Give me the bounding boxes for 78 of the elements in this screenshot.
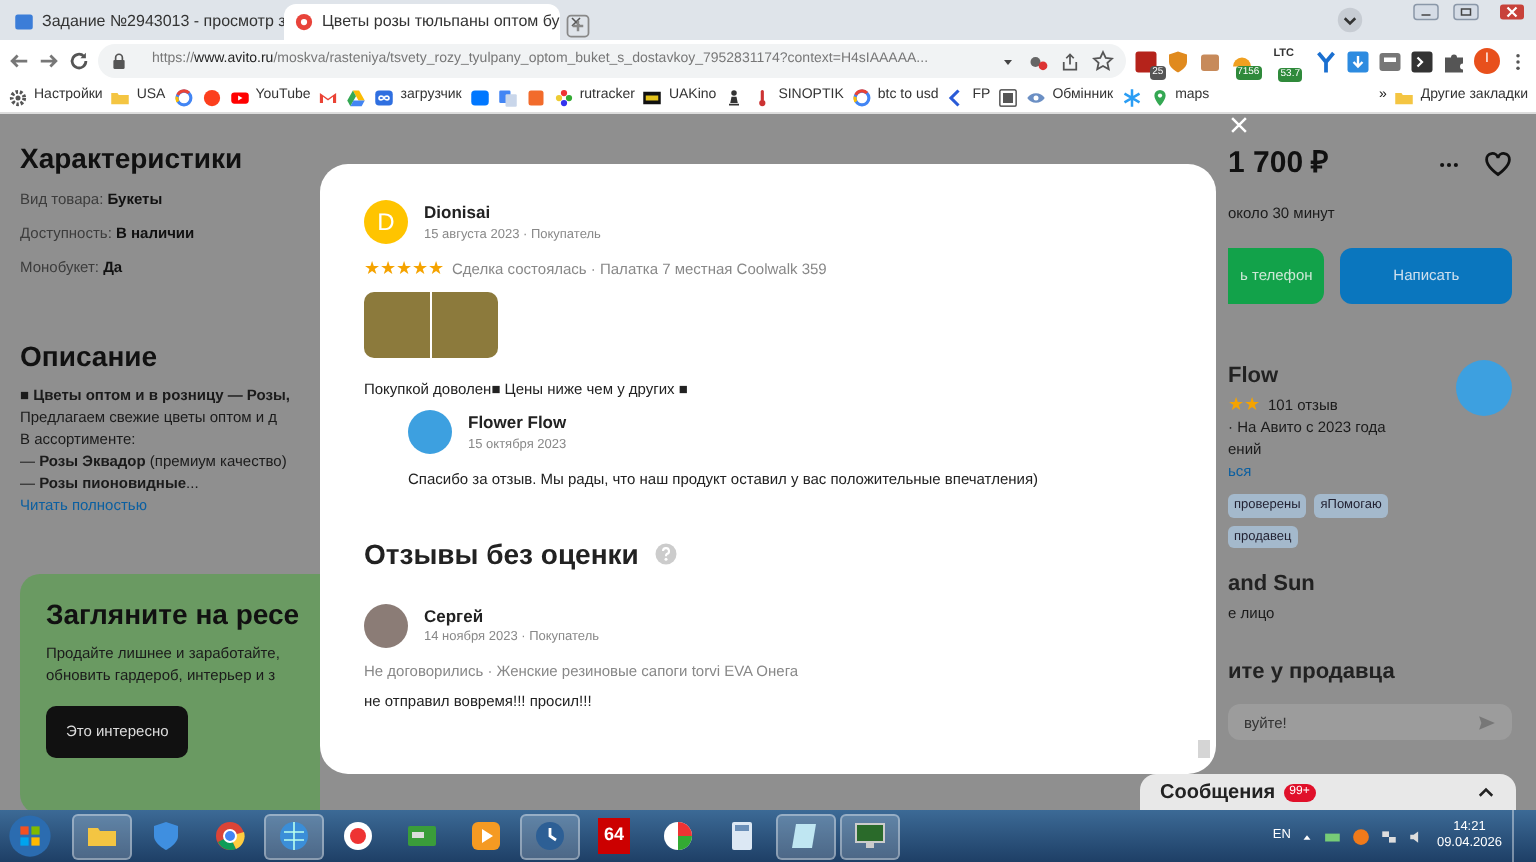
avatar-photo-placeholder <box>364 603 408 648</box>
play-icon <box>229 87 250 107</box>
colored-ring-icon <box>851 87 872 107</box>
flower-icon <box>553 87 574 107</box>
close-icon[interactable] <box>567 14 584 30</box>
play-icon <box>470 820 502 852</box>
avatar-circle: D <box>364 200 408 245</box>
shield-icon <box>150 820 182 852</box>
section-title: Отзывы без оценки <box>364 537 639 572</box>
network-icon[interactable] <box>1380 827 1399 845</box>
star-outline-icon[interactable] <box>1091 50 1114 72</box>
tile-icon <box>14 12 34 32</box>
film-icon <box>642 87 663 107</box>
infinity-icon <box>374 87 395 107</box>
clock-icon <box>534 820 566 852</box>
card-icon <box>406 820 438 852</box>
scrollbar-thumb[interactable] <box>1198 740 1210 758</box>
dropdown-icon[interactable] <box>1336 6 1364 34</box>
calculator-icon <box>726 820 758 852</box>
envelope-icon[interactable] <box>318 87 339 107</box>
square-icon[interactable] <box>525 87 546 107</box>
lock-icon <box>110 52 128 70</box>
photo-placeholder[interactable] <box>364 291 430 358</box>
new-tab-icon[interactable] <box>564 12 592 40</box>
avatar-photo-placeholder <box>1456 360 1512 416</box>
share-icon[interactable] <box>1059 51 1080 71</box>
star-rating: ★★★★★ <box>364 259 444 278</box>
ring-dot-icon <box>342 820 374 852</box>
banner-title: Загляните на ресе <box>46 597 302 631</box>
author-name: Сергей <box>424 603 486 629</box>
seller-name: Flow <box>1228 362 1281 392</box>
reload-icon[interactable] <box>68 50 90 72</box>
translate-icon[interactable] <box>497 87 518 107</box>
box-icon[interactable] <box>1197 49 1222 73</box>
monitor-icon <box>854 820 886 852</box>
notepad-icon <box>790 820 822 852</box>
section-title: ите у продавца <box>1228 657 1397 688</box>
minimize-icon[interactable] <box>1408 0 1444 24</box>
asterisk-icon[interactable] <box>1121 87 1142 107</box>
author-name: Flower Flow <box>468 410 567 436</box>
download-icon[interactable] <box>1346 49 1370 73</box>
puzzle-icon[interactable] <box>1442 49 1466 73</box>
circle-logo-icon[interactable] <box>201 87 222 107</box>
chess-piece-icon[interactable] <box>724 87 745 107</box>
taskbar-app[interactable] <box>264 813 324 859</box>
back-arrow-icon[interactable] <box>8 50 30 72</box>
globe-icon <box>278 820 310 852</box>
rounded-square-icon[interactable] <box>469 87 490 107</box>
chrome-icon <box>214 820 246 852</box>
triangle-icon[interactable] <box>346 87 367 107</box>
tile-icon[interactable] <box>998 87 1019 107</box>
photo-placeholder[interactable] <box>432 291 498 358</box>
start-orb-icon[interactable] <box>8 814 52 858</box>
maximize-icon[interactable] <box>1448 0 1484 24</box>
circle-icon[interactable] <box>1352 827 1371 845</box>
taskbar-app[interactable] <box>776 813 836 859</box>
author-name: Dionisai <box>424 200 493 226</box>
eye-icon <box>1026 87 1047 107</box>
ring-dot-icon <box>294 12 314 32</box>
gear-icon <box>8 87 28 107</box>
section-title: Характеристики <box>20 142 245 176</box>
taskbar-app[interactable]: 64 <box>584 813 644 859</box>
terminal-icon[interactable] <box>1410 49 1434 73</box>
map-pin-icon <box>1149 87 1170 107</box>
chevron-up-icon[interactable] <box>1476 782 1496 802</box>
price: 1 700 ₽ <box>1228 146 1330 182</box>
colored-ring-icon[interactable] <box>173 87 194 107</box>
section-title: Описание <box>20 339 160 373</box>
pie-chart-icon <box>662 820 694 852</box>
avatar-photo-placeholder <box>408 410 452 455</box>
forward-arrow-icon[interactable] <box>38 50 60 72</box>
folder-icon <box>110 87 131 107</box>
folder-icon <box>1394 87 1415 107</box>
star-marks: ★★ <box>1228 395 1260 413</box>
inbox-icon[interactable] <box>1378 49 1402 73</box>
heart-icon[interactable] <box>1484 150 1512 178</box>
company-name: and Sun <box>1228 570 1317 601</box>
fork-icon[interactable] <box>1314 49 1338 73</box>
